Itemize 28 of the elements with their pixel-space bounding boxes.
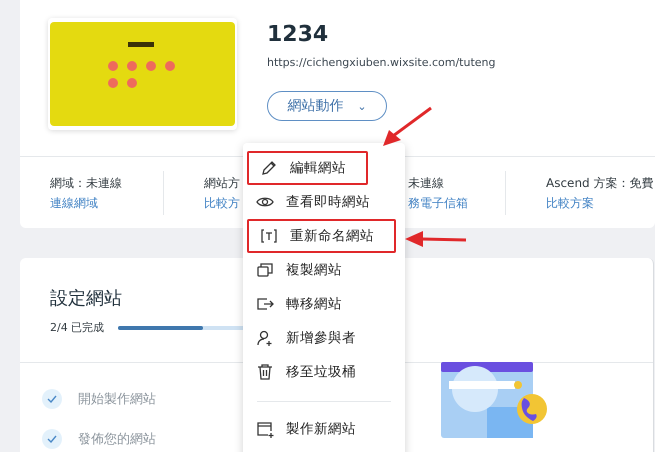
caret-icon: ⌄	[357, 100, 367, 112]
menu-item[interactable]: 重新命名網站	[247, 219, 396, 253]
info-label: 網站方	[204, 175, 241, 192]
menu-item[interactable]: 製作新網站	[243, 412, 366, 446]
pencil-icon	[260, 159, 278, 177]
setup-title: 設定網站	[50, 287, 122, 310]
site-url: https://cichengxiuben.wixsite.com/tuteng	[267, 56, 496, 69]
menu-item[interactable]: 查看即時網站	[243, 185, 380, 219]
site-actions-button[interactable]: 網站動作 ⌄	[267, 91, 387, 121]
duplicate-icon	[256, 261, 274, 279]
progress-text: 2/4 已完成	[50, 320, 104, 335]
text-field-icon	[260, 227, 278, 245]
info-link[interactable]: 連線網域	[50, 195, 163, 212]
info-label: Ascend 方案：免費	[546, 175, 654, 192]
add-person-icon	[256, 329, 274, 347]
new-site-icon	[256, 420, 274, 438]
info-link[interactable]: 比較方案	[546, 195, 655, 212]
menu-item[interactable]: 轉移網站	[243, 287, 352, 321]
trash-icon	[256, 363, 274, 381]
info-label: 網域：未連線	[50, 175, 123, 192]
info-label: 未連線	[408, 175, 445, 192]
menu-item[interactable]: 編輯網站	[247, 151, 368, 185]
menu-item[interactable]: 複製網站	[243, 253, 352, 287]
arrow-drawing	[404, 230, 468, 248]
menu-item[interactable]: 移至垃圾桶	[243, 355, 366, 389]
site-title: 1234	[267, 22, 330, 49]
menu-item[interactable]: 新增參與者	[243, 321, 366, 355]
info-link[interactable]: 務電子信箱	[408, 195, 505, 212]
